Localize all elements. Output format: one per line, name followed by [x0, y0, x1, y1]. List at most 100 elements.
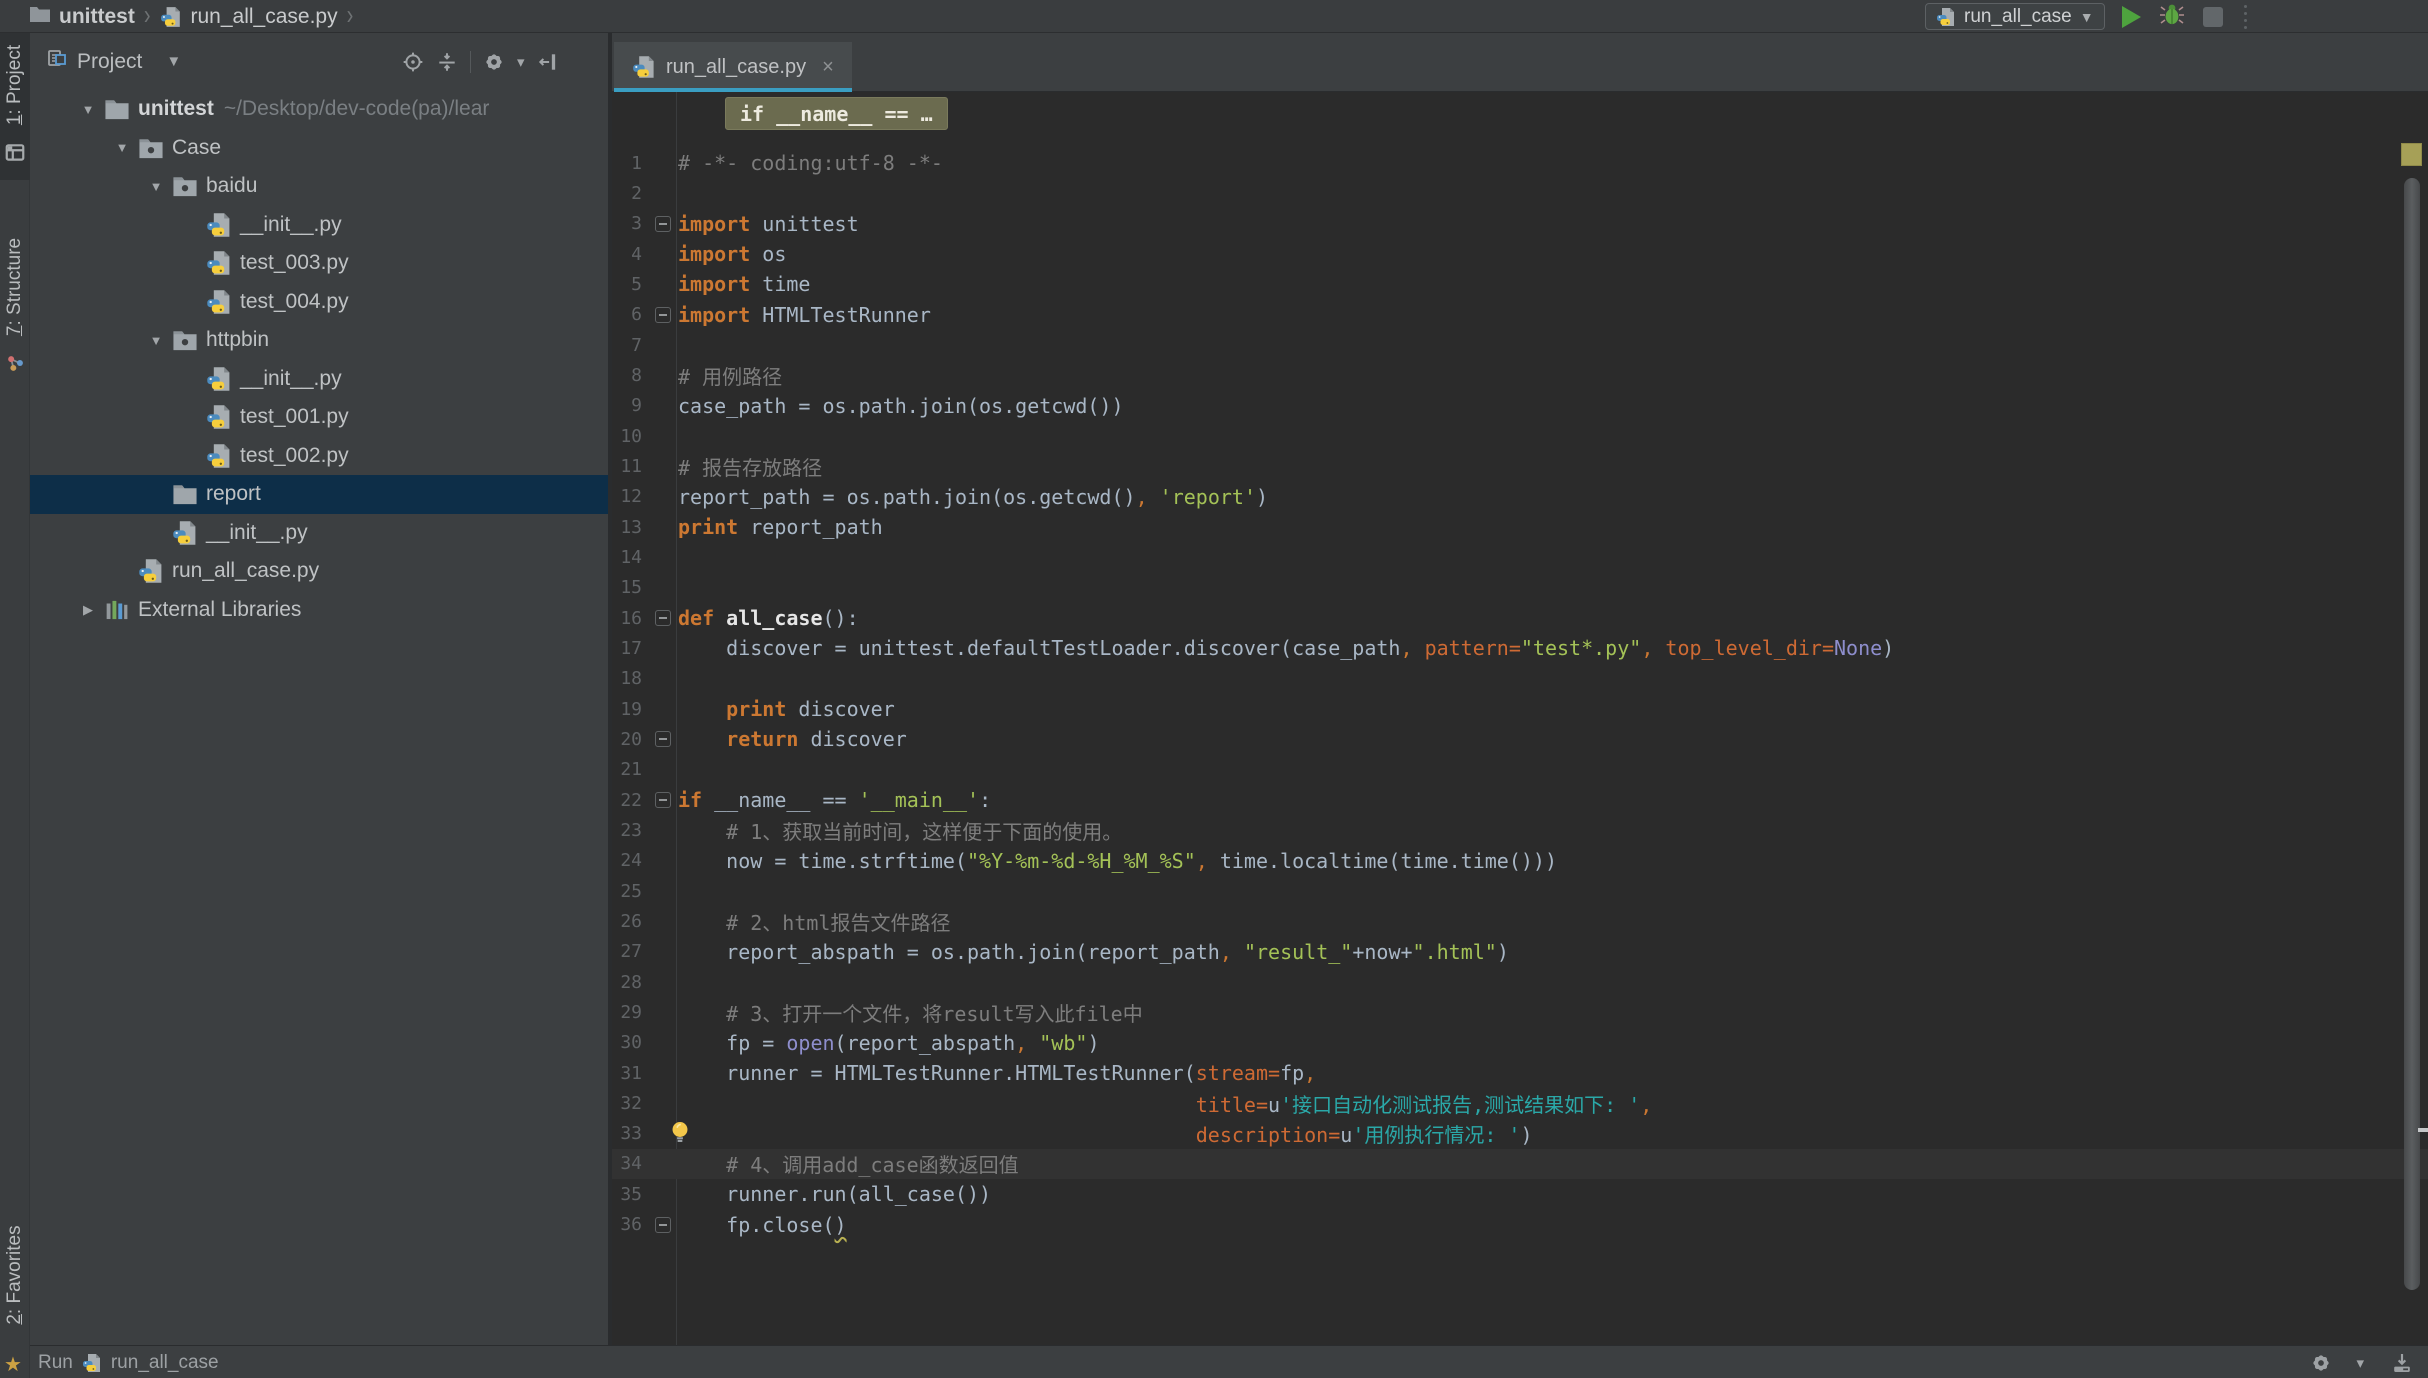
code-line-27[interactable]: 27 report_abspath = os.path.join(report_… [612, 937, 2428, 967]
code-line-29[interactable]: 29 # 3、打开一个文件，将result写入此file中 [612, 997, 2428, 1027]
tree-item-test-002-py[interactable]: test_002.py [30, 437, 608, 476]
editor-tab-run-all-case[interactable]: run_all_case.py × [614, 42, 852, 92]
code-line-9[interactable]: 9 case_path = os.path.join(os.getcwd()) [612, 391, 2428, 421]
expand-arrow-open-icon[interactable]: ▼ [140, 179, 172, 194]
run-button[interactable] [2121, 5, 2141, 28]
code-line-28[interactable]: 28 [612, 967, 2428, 997]
code-line-10[interactable]: 10 [612, 421, 2428, 451]
tree-item-case[interactable]: ▼ Case [30, 129, 608, 168]
code-line-25[interactable]: 25 [612, 876, 2428, 906]
chevron-down-icon[interactable]: ▾ [2356, 1354, 2364, 1372]
python-file-icon [82, 1353, 102, 1373]
code-line-11[interactable]: 11 # 报告存放路径 [612, 451, 2428, 481]
code-line-6[interactable]: 6 import HTMLTestRunner [612, 300, 2428, 330]
code-line-12[interactable]: 12 report_path = os.path.join(os.getcwd()… [612, 482, 2428, 512]
code-text: now = time.strftime("%Y-%m-%d-%H_%M_%S",… [678, 848, 1558, 873]
expand-arrow-open-icon[interactable]: ▼ [106, 140, 138, 155]
stop-button[interactable] [2202, 6, 2223, 27]
code-text: import HTMLTestRunner [678, 302, 931, 327]
editor-scrollbar[interactable] [2404, 178, 2420, 1290]
tool-button-structure[interactable]: 7: Structure [4, 238, 26, 336]
collapse-all-icon[interactable] [436, 51, 458, 73]
code-line-35[interactable]: 35 runner.run(all_case()) [612, 1179, 2428, 1209]
code-text: print discover [726, 697, 895, 722]
fold-marker-icon[interactable] [648, 610, 678, 627]
expand-arrow-open-icon[interactable]: ▼ [140, 333, 172, 348]
project-tool-icon[interactable] [4, 142, 26, 164]
code-line-16[interactable]: 16 def all_case(): [612, 603, 2428, 633]
tree-item--init-py[interactable]: __init__.py [30, 360, 608, 399]
favorites-star-icon[interactable]: ★ [4, 1352, 22, 1377]
toolbar-drag-handle[interactable] [2243, 4, 2247, 29]
status-run-widget[interactable]: Run run_all_case [38, 1346, 219, 1378]
fold-marker-icon[interactable] [648, 1216, 678, 1233]
hide-panel-icon[interactable] [537, 51, 559, 73]
breadcrumb-file[interactable]: run_all_case.py [191, 5, 338, 29]
code-area[interactable]: 1 # -*- coding:utf-8 -*- 2 3 import unittest… [612, 148, 2428, 1240]
tree-item--init-py[interactable]: __init__.py [30, 206, 608, 245]
tree-item-run-all-case-py[interactable]: run_all_case.py [30, 552, 608, 591]
run-configuration-select[interactable]: run_all_case ▼ [1925, 3, 2105, 30]
code-line-32[interactable]: 32 title=u'接口自动化测试报告,测试结果如下: ', [612, 1088, 2428, 1118]
fold-marker-icon[interactable] [648, 306, 678, 323]
structure-tool-icon[interactable] [4, 352, 26, 374]
tool-button-project[interactable]: 1: Project [4, 45, 26, 125]
code-line-13[interactable]: 13 print report_path [612, 512, 2428, 542]
fold-marker-icon[interactable] [648, 215, 678, 232]
tree-item-unittest[interactable]: ▼ unittest ~/Desktop/dev-code(pa)/lear [30, 90, 608, 129]
code-line-17[interactable]: 17 discover = unittest.defaultTestLoader… [612, 633, 2428, 663]
expand-arrow-open-icon[interactable]: ▼ [72, 102, 104, 117]
dock-download-icon[interactable] [2390, 1351, 2414, 1375]
code-line-2[interactable]: 2 [612, 178, 2428, 208]
tree-item-test-003-py[interactable]: test_003.py [30, 244, 608, 283]
tree-item-test-004-py[interactable]: test_004.py [30, 283, 608, 322]
panel-title[interactable]: Project [77, 50, 142, 74]
tree-item-test-001-py[interactable]: test_001.py [30, 398, 608, 437]
code-line-4[interactable]: 4 import os [612, 239, 2428, 269]
code-line-19[interactable]: 19 print discover [612, 694, 2428, 724]
code-line-26[interactable]: 26 # 2、html报告文件路径 [612, 906, 2428, 936]
line-number: 24 [620, 850, 642, 872]
tree-item-baidu[interactable]: ▼ baidu [30, 167, 608, 206]
fold-marker-icon[interactable] [648, 731, 678, 748]
python-file-icon [1936, 7, 1956, 27]
tree-item-external-libraries[interactable]: ▶ External Libraries [30, 591, 608, 630]
code-line-20[interactable]: 20 return discover [612, 724, 2428, 754]
debug-button[interactable] [2158, 0, 2186, 33]
tree-item-report[interactable]: report [30, 475, 608, 514]
line-number: 13 [620, 516, 642, 538]
tool-button-favorites[interactable]: 2: Favorites [4, 1225, 26, 1324]
code-line-15[interactable]: 15 [612, 573, 2428, 603]
gear-icon[interactable] [483, 51, 505, 73]
code-line-8[interactable]: 8 # 用例路径 [612, 360, 2428, 390]
fold-marker-icon[interactable] [648, 792, 678, 809]
tree-item-httpbin[interactable]: ▼ httpbin [30, 321, 608, 360]
locate-file-icon[interactable] [402, 51, 424, 73]
code-line-24[interactable]: 24 now = time.strftime("%Y-%m-%d-%H_%M_%… [612, 846, 2428, 876]
code-line-14[interactable]: 14 [612, 542, 2428, 572]
code-line-30[interactable]: 30 fp = open(report_abspath, "wb") [612, 1028, 2428, 1058]
tree-item--init-py[interactable]: __init__.py [30, 514, 608, 553]
breadcrumb-project[interactable]: unittest [59, 5, 135, 29]
code-line-18[interactable]: 18 [612, 664, 2428, 694]
intention-bulb-icon[interactable] [666, 1119, 694, 1147]
code-line-31[interactable]: 31 runner = HTMLTestRunner.HTMLTestRunne… [612, 1058, 2428, 1088]
code-line-1[interactable]: 1 # -*- coding:utf-8 -*- [612, 148, 2428, 178]
gear-icon[interactable] [2310, 1352, 2332, 1374]
code-line-36[interactable]: 36 fp.close() [612, 1209, 2428, 1239]
code-line-7[interactable]: 7 [612, 330, 2428, 360]
line-number: 30 [620, 1032, 642, 1054]
code-line-23[interactable]: 23 # 1、获取当前时间，这样便于下面的使用。 [612, 815, 2428, 845]
code-line-21[interactable]: 21 [612, 755, 2428, 785]
chevron-down-icon[interactable]: ▼ [166, 53, 181, 70]
close-icon[interactable]: × [822, 56, 834, 79]
code-line-33[interactable]: 33 description=u'用例执行情况: ') [612, 1119, 2428, 1149]
expand-arrow-closed-icon[interactable]: ▶ [72, 602, 104, 618]
code-line-34[interactable]: 34 # 4、调用add_case函数返回值 [612, 1148, 2428, 1180]
chevron-down-icon[interactable]: ▾ [517, 53, 525, 71]
code-line-22[interactable]: 22 if __name__ == '__main__': [612, 785, 2428, 815]
code-line-5[interactable]: 5 import time [612, 269, 2428, 299]
error-stripe-mark[interactable] [2401, 143, 2422, 166]
folder-icon [30, 6, 50, 27]
code-line-3[interactable]: 3 import unittest [612, 209, 2428, 239]
